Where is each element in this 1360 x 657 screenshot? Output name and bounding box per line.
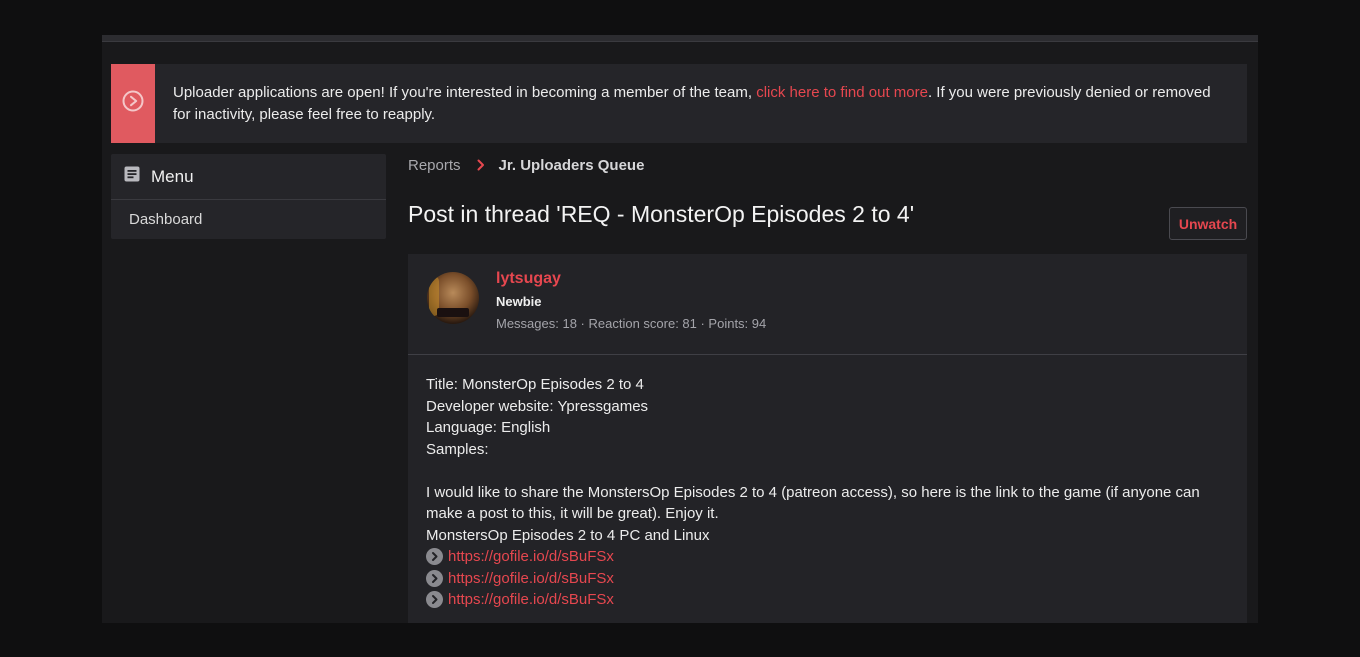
menu-label: Menu (151, 166, 194, 186)
link-row: https://gofile.io/d/sBuFSx (426, 568, 1247, 590)
post-body: Title: MonsterOp Episodes 2 to 4 Develop… (408, 355, 1247, 611)
user-title: Newbie (496, 294, 542, 309)
notice-text-before: Uploader applications are open! If you'r… (173, 84, 757, 101)
post-header: lytsugay Newbie Messages: 18 · Reaction … (408, 254, 1247, 355)
post-line-title: Title: MonsterOp Episodes 2 to 4 (426, 376, 644, 393)
sidebar-menu: Menu Dashboard (111, 154, 386, 239)
download-link[interactable]: https://gofile.io/d/sBuFSx (448, 589, 614, 611)
menu-list-icon (124, 166, 140, 187)
unwatch-button[interactable]: Unwatch (1169, 207, 1247, 240)
chevron-right-icon (477, 159, 485, 171)
menu-header[interactable]: Menu (111, 154, 386, 200)
notice-link[interactable]: click here to find out more (756, 84, 928, 101)
post-subheading: MonstersOp Episodes 2 to 4 PC and Linux (426, 526, 710, 544)
page-frame: Uploader applications are open! If you'r… (102, 35, 1258, 623)
username-link[interactable]: lytsugay (496, 270, 561, 288)
link-row: https://gofile.io/d/sBuFSx (426, 546, 1247, 568)
user-stats: Messages: 18 · Reaction score: 81 · Poin… (496, 316, 767, 331)
avatar[interactable] (427, 272, 479, 324)
arrow-circle-icon (426, 569, 443, 587)
notice-banner: Uploader applications are open! If you'r… (111, 64, 1247, 143)
sidebar-item-dashboard[interactable]: Dashboard (111, 200, 386, 239)
top-bar (102, 35, 1258, 42)
breadcrumb-current[interactable]: Jr. Uploaders Queue (499, 157, 645, 174)
post-line-developer: Developer website: Ypressgames (426, 397, 649, 415)
post-line-samples: Samples: (426, 440, 489, 458)
page-title: Post in thread 'REQ - MonsterOp Episodes… (408, 201, 915, 227)
post-paragraph: I would like to share the MonstersOp Epi… (426, 483, 1200, 523)
play-circle-icon (122, 90, 144, 117)
notice-icon-box (111, 64, 155, 143)
post-line-language: Language: English (426, 419, 551, 436)
breadcrumb-reports[interactable]: Reports (408, 157, 461, 174)
arrow-circle-icon (426, 591, 443, 609)
avatar-detail (437, 308, 469, 317)
download-link[interactable]: https://gofile.io/d/sBuFSx (448, 568, 614, 590)
link-row: https://gofile.io/d/sBuFSx (426, 589, 1247, 611)
notice-text: Uploader applications are open! If you'r… (155, 64, 1247, 143)
post: lytsugay Newbie Messages: 18 · Reaction … (408, 254, 1247, 623)
download-link[interactable]: https://gofile.io/d/sBuFSx (448, 546, 614, 568)
breadcrumb: Reports Jr. Uploaders Queue (408, 155, 644, 175)
arrow-circle-icon (426, 548, 443, 566)
